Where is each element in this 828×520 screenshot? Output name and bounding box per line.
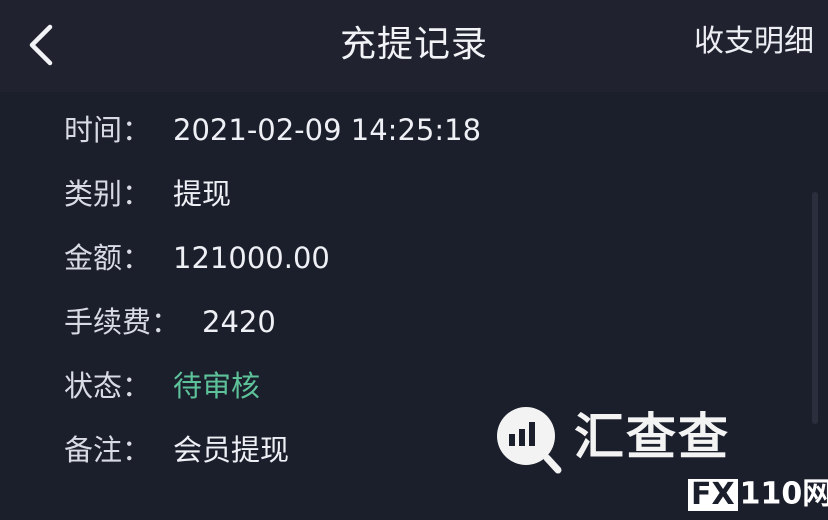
income-expense-details-link[interactable]: 收支明细 [694, 20, 814, 64]
remark-label: 备注： [64, 433, 152, 467]
detail-row-status: 状态： 待审核 [64, 364, 260, 408]
category-label: 类别： [64, 177, 152, 211]
watermark-logo: 汇查查 [496, 404, 746, 476]
amount-label: 金额： [64, 241, 152, 275]
fx-badge-rest: 110网 [739, 476, 828, 512]
scrollbar[interactable] [812, 192, 818, 424]
status-badge: 待审核 [173, 369, 261, 403]
time-label: 时间： [64, 113, 152, 147]
navigation-bar: 充提记录 收支明细 [0, 0, 828, 92]
watermark-brand-text: 汇查查 [574, 408, 730, 466]
detail-row-time: 时间： 2021-02-09 14:25:18 [64, 108, 481, 152]
fx-badge-box: FX [688, 478, 738, 511]
fee-value: 2420 [202, 305, 276, 339]
status-label: 状态： [64, 369, 152, 403]
fee-label: 手续费： [64, 305, 181, 339]
detail-row-amount: 金额： 121000.00 [64, 236, 330, 280]
amount-value: 121000.00 [173, 241, 330, 275]
magnifier-chart-icon [497, 407, 562, 474]
time-value: 2021-02-09 14:25:18 [173, 113, 482, 147]
fx110-badge: FX 110网 [688, 474, 828, 514]
category-value: 提现 [173, 177, 232, 211]
remark-value: 会员提现 [173, 433, 290, 467]
detail-row-remark: 备注： 会员提现 [64, 428, 289, 472]
detail-row-category: 类别： 提现 [64, 172, 231, 216]
detail-row-fee: 手续费： 2420 [64, 300, 276, 344]
